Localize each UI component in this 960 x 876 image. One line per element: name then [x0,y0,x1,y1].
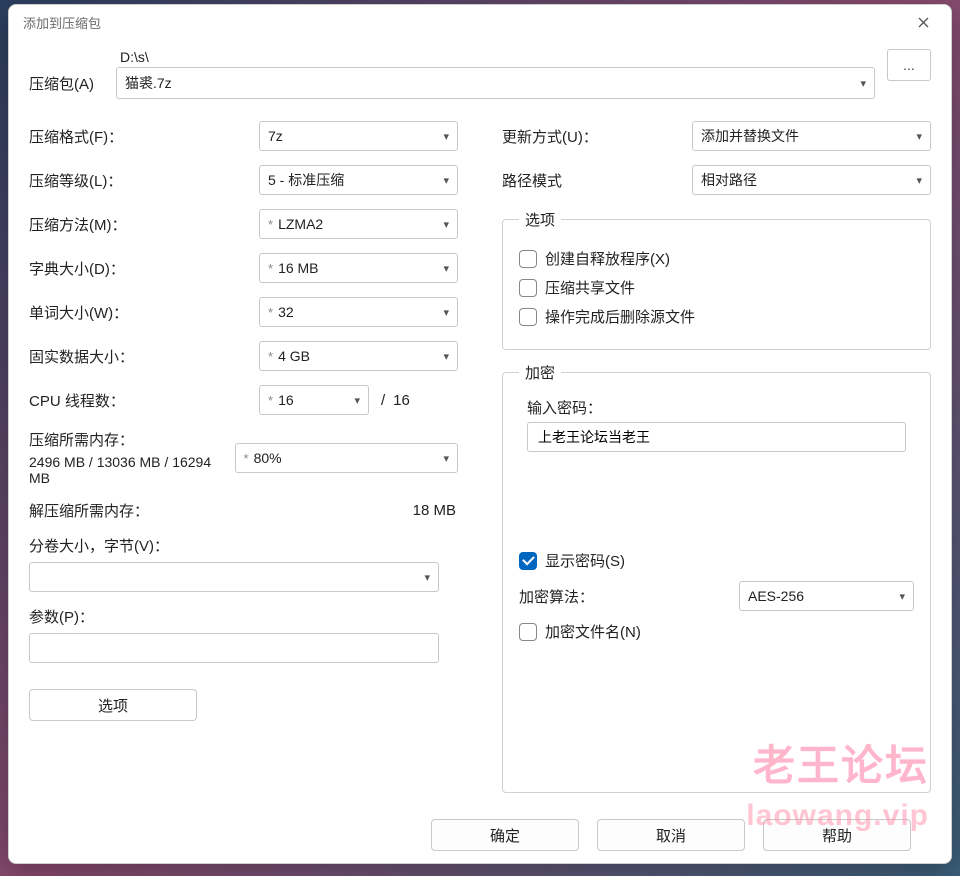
solid-select[interactable]: *4 GB▾ [259,341,458,371]
archive-filename: 猫裘.7z [125,73,854,93]
memcomp-select[interactable]: *80%▾ [235,443,459,473]
encmethod-select[interactable]: AES-256▾ [739,581,914,611]
archive-label: 压缩包(A) [29,49,104,94]
chevron-down-icon: ▾ [443,218,449,231]
chevron-down-icon: ▾ [916,174,922,187]
encryption-legend: 加密 [519,362,561,383]
close-button[interactable] [901,7,945,37]
threads-max: 16 [393,392,410,409]
level-select[interactable]: 5 - 标准压缩▾ [259,165,458,195]
chevron-down-icon: ▾ [443,452,449,465]
showpwd-row[interactable]: 显示密码(S) [519,550,914,571]
word-select[interactable]: *32▾ [259,297,458,327]
delete-checkbox[interactable] [519,308,537,326]
dict-label: 字典大小(D)： [29,258,259,279]
ok-button[interactable]: 确定 [431,819,579,851]
update-label: 更新方式(U)： [502,126,692,147]
chevron-down-icon: ▾ [443,350,449,363]
dict-select[interactable]: *16 MB▾ [259,253,458,283]
params-field[interactable] [38,639,430,657]
delete-row[interactable]: 操作完成后删除源文件 [519,306,914,327]
split-label: 分卷大小，字节(V)： [29,535,458,556]
chevron-down-icon: ▾ [443,174,449,187]
chevron-down-icon: ▾ [899,590,905,603]
pathmode-label: 路径模式 [502,170,692,191]
params-label: 参数(P)： [29,606,458,627]
close-icon [918,17,929,28]
window-title: 添加到压缩包 [23,13,101,32]
memcomp-values: 2496 MB / 13036 MB / 16294 MB [29,454,235,486]
memdecomp-label: 解压缩所需内存： [29,500,259,521]
options-legend: 选项 [519,209,561,230]
format-label: 压缩格式(F)： [29,126,259,147]
encnames-checkbox[interactable] [519,623,537,641]
threads-label: CPU 线程数： [29,390,259,411]
method-label: 压缩方法(M)： [29,214,259,235]
sfx-row[interactable]: 创建自释放程序(X) [519,248,914,269]
encmethod-label: 加密算法： [519,586,739,607]
word-label: 单词大小(W)： [29,302,259,323]
browse-button[interactable]: ... [887,49,931,81]
chevron-down-icon: ▾ [443,130,449,143]
options-group: 选项 创建自释放程序(X) 压缩共享文件 操作完成后删除源文件 [502,209,931,350]
dialog-window: 添加到压缩包 压缩包(A) D:\s\ 猫裘.7z ▾ ... [8,4,952,864]
password-input-wrap[interactable] [527,422,906,452]
showpwd-checkbox[interactable] [519,552,537,570]
footer: 确定 取消 帮助 [29,805,931,851]
password-input[interactable] [536,428,897,446]
encryption-group: 加密 输入密码： 显示密码(S) 加密算法： AES-256▾ 加密文件名(N) [502,362,931,793]
shared-row[interactable]: 压缩共享文件 [519,277,914,298]
chevron-down-icon: ▾ [443,306,449,319]
memdecomp-value: 18 MB [259,502,458,519]
split-combo[interactable]: ▾ [29,562,439,592]
memcomp-label: 压缩所需内存： [29,429,235,450]
format-select[interactable]: 7z▾ [259,121,458,151]
archive-path: D:\s\ [116,49,875,65]
chevron-down-icon: ▾ [354,394,360,407]
options-button[interactable]: 选项 [29,689,197,721]
sfx-checkbox[interactable] [519,250,537,268]
solid-label: 固实数据大小： [29,346,259,367]
update-select[interactable]: 添加并替换文件▾ [692,121,931,151]
method-select[interactable]: *LZMA2▾ [259,209,458,239]
chevron-down-icon: ▾ [916,130,922,143]
params-input[interactable] [29,633,439,663]
chevron-down-icon: ▾ [860,77,866,90]
threads-select[interactable]: *16▾ [259,385,369,415]
chevron-down-icon: ▾ [424,571,430,584]
chevron-down-icon: ▾ [443,262,449,275]
threads-slash: / [381,392,385,409]
cancel-button[interactable]: 取消 [597,819,745,851]
help-button[interactable]: 帮助 [763,819,911,851]
encnames-row[interactable]: 加密文件名(N) [519,621,914,642]
shared-checkbox[interactable] [519,279,537,297]
pathmode-select[interactable]: 相对路径▾ [692,165,931,195]
password-label: 输入密码： [527,397,914,418]
level-label: 压缩等级(L)： [29,170,259,191]
archive-filename-combo[interactable]: 猫裘.7z ▾ [116,67,875,99]
titlebar: 添加到压缩包 [9,5,951,39]
